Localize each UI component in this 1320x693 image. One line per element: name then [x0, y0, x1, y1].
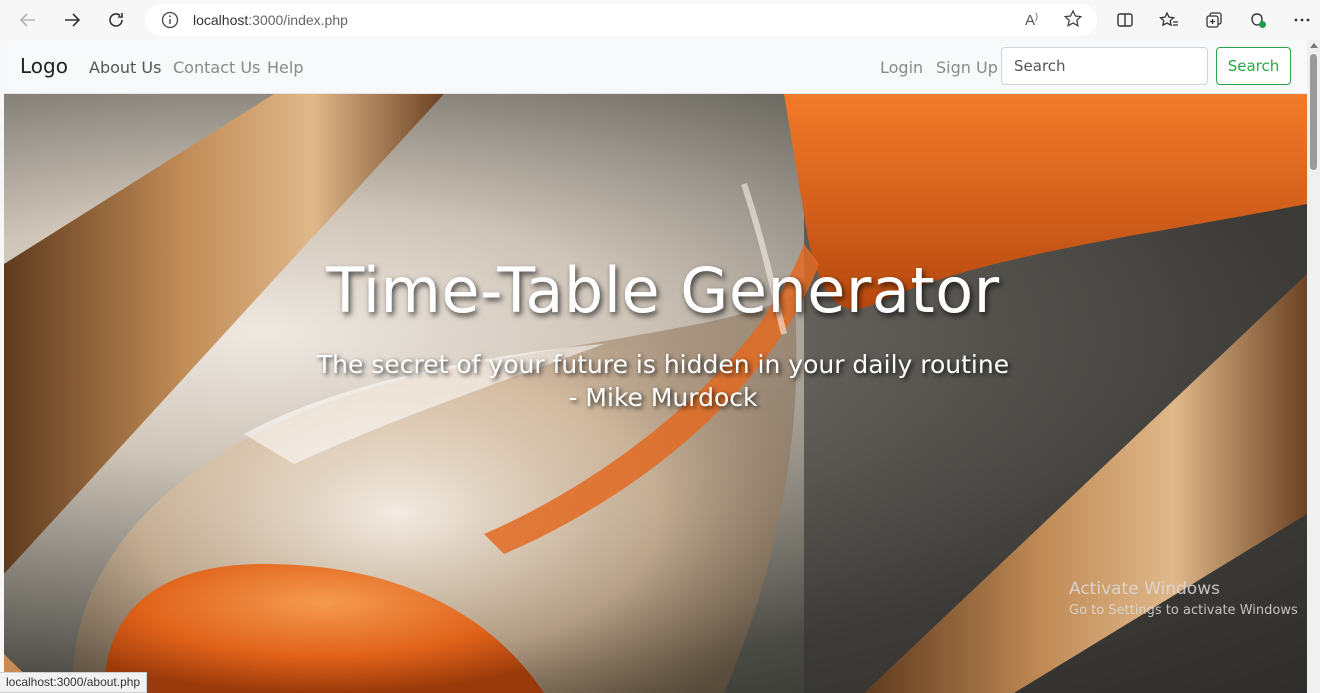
- quote-author: - Mike Murdock: [568, 383, 758, 412]
- collections-icon[interactable]: [1200, 6, 1228, 34]
- site-navbar: Logo About Us Contact Us Help Login Sign…: [4, 40, 1307, 94]
- nav-help[interactable]: Help: [267, 58, 303, 77]
- browser-toolbar: localhost:3000/index.php A): [0, 0, 1320, 40]
- nav-about-us[interactable]: About Us: [89, 58, 161, 77]
- link-status-bar: localhost:3000/about.php: [0, 672, 148, 693]
- watermark-title: Activate Windows: [1069, 579, 1220, 599]
- more-icon[interactable]: [1288, 6, 1316, 34]
- favorites-icon[interactable]: [1155, 6, 1183, 34]
- split-screen-icon[interactable]: [1111, 6, 1139, 34]
- favorite-star-icon[interactable]: [1063, 9, 1083, 29]
- forward-icon[interactable]: [58, 6, 86, 34]
- back-icon[interactable]: [14, 6, 42, 34]
- watermark-subtitle: Go to Settings to activate Windows: [1069, 603, 1298, 618]
- quote-text: The secret of your future is hidden in y…: [316, 350, 1010, 379]
- info-icon[interactable]: [161, 11, 179, 29]
- nav-sign-up[interactable]: Sign Up: [936, 58, 998, 77]
- hero-title: Time-Table Generator: [326, 254, 1000, 327]
- scrollbar-thumb[interactable]: [1310, 54, 1317, 170]
- extension-icon[interactable]: [1244, 6, 1272, 34]
- read-aloud-icon[interactable]: A): [1025, 11, 1038, 29]
- url-text[interactable]: localhost:3000/index.php: [193, 12, 348, 28]
- brand-logo[interactable]: Logo: [20, 54, 68, 78]
- vertical-scrollbar[interactable]: [1307, 40, 1320, 693]
- address-bar[interactable]: localhost:3000/index.php A): [145, 4, 1097, 36]
- search-button[interactable]: Search: [1216, 47, 1291, 85]
- scroll-up-arrow-icon[interactable]: [1310, 43, 1318, 48]
- search-input[interactable]: [1001, 47, 1208, 85]
- nav-contact-us[interactable]: Contact Us: [173, 58, 260, 77]
- refresh-icon[interactable]: [102, 6, 130, 34]
- activate-windows-watermark: Activate Windows Go to Settings to activ…: [1069, 579, 1298, 618]
- hero-quote: The secret of your future is hidden in y…: [4, 348, 1307, 414]
- nav-login[interactable]: Login: [880, 58, 923, 77]
